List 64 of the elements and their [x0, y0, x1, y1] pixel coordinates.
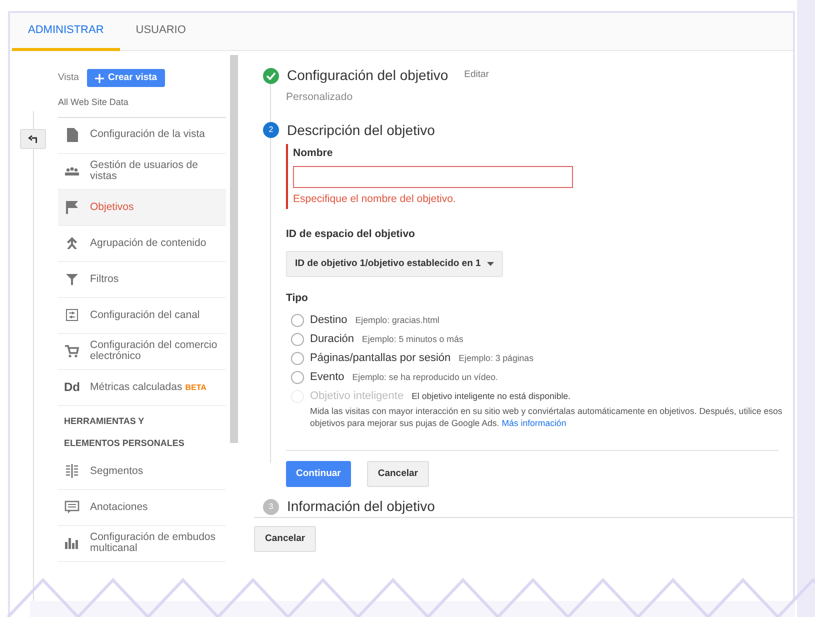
- cancel-button[interactable]: Cancelar: [366, 460, 429, 487]
- edit-link[interactable]: Editar: [464, 68, 489, 83]
- error-message: Especifique el nombre del objetivo.: [293, 192, 457, 206]
- channel-icon: [64, 307, 80, 324]
- nav-item[interactable]: Configuración de la vista: [58, 118, 226, 154]
- view-label: Vista: [58, 71, 79, 85]
- radio-button[interactable]: [291, 333, 304, 346]
- cancel-button[interactable]: Cancelar: [254, 526, 316, 552]
- option-label: Duración: [310, 332, 354, 348]
- goal-id-dropdown[interactable]: ID de objetivo 1/objetivo establecido en 1: [286, 251, 503, 278]
- option-example: Ejemplo: se ha reproducido un vídeo.: [352, 370, 498, 384]
- option-example: Ejemplo: gracias.html: [355, 314, 440, 327]
- comment-icon: [64, 499, 80, 516]
- step-subtitle: Personalizado: [285, 90, 354, 105]
- nav-item[interactable]: Segmentos: [58, 454, 226, 490]
- option-example: El objetivo inteligente no está disponible.: [412, 390, 571, 403]
- radio-button[interactable]: [291, 371, 304, 384]
- tab[interactable]: ADMINISTRAR: [12, 13, 120, 51]
- nav-item[interactable]: Dd Métricas calculadas BETA: [58, 370, 226, 406]
- option-label: Objetivo inteligente: [310, 389, 404, 404]
- nav-item[interactable]: Configuración de embudos multicanal: [58, 526, 226, 562]
- option-example: Ejemplo: 3 páginas: [458, 352, 534, 365]
- nav-item[interactable]: Configuración del canal: [58, 298, 226, 334]
- smart-goal-description: Mida las visitas con mayor interacción en su sitio web y conviértalas automáticamente en objetivos. Después, utilice esos objetivos para mejorar sus pujas de Google Ads. Más información: [309, 406, 784, 430]
- field-label: ID de espacio del objetivo: [286, 227, 416, 242]
- step-number: 3: [263, 498, 279, 514]
- back-arrow-icon: [28, 135, 38, 143]
- nav-item[interactable]: Objetivos: [58, 190, 226, 226]
- more-info-link[interactable]: Más información: [502, 418, 566, 428]
- section-heading: HERRAMIENTAS Y ELEMENTOS PERSONALES: [63, 414, 186, 450]
- radio-button[interactable]: [291, 314, 304, 327]
- name-field[interactable]: [293, 166, 573, 188]
- nav-item[interactable]: Agrupación de contenido: [58, 226, 226, 262]
- option-label: Evento: [310, 370, 344, 386]
- radio-button[interactable]: [291, 352, 304, 365]
- beta-label: BETA: [185, 382, 206, 392]
- metrics-icon: Dd: [64, 380, 80, 394]
- field-label: Nombre: [293, 146, 334, 161]
- option-label: Destino: [310, 313, 348, 328]
- nav-item[interactable]: Filtros: [58, 262, 226, 298]
- step-title: Descripción del objetivo: [287, 120, 435, 140]
- nav-item[interactable]: Anotaciones: [58, 490, 226, 526]
- segments-icon: [64, 463, 80, 480]
- create-view-button[interactable]: Crear vista: [86, 69, 166, 88]
- tab[interactable]: USUARIO: [120, 13, 202, 51]
- option-label: Páginas/pantallas por sesión: [310, 351, 451, 366]
- document-icon: [64, 127, 80, 144]
- plus-icon: [94, 74, 104, 83]
- back-button[interactable]: [20, 129, 46, 149]
- check-icon: [263, 68, 279, 84]
- step-title: Configuración del objetivo: [287, 66, 448, 85]
- view-name: All Web Site Data: [58, 96, 226, 118]
- field-label: Tipo: [286, 291, 309, 306]
- flag-icon: [64, 199, 80, 216]
- continue-button[interactable]: Continuar: [286, 460, 351, 487]
- merge-icon: [64, 235, 80, 252]
- caret-icon: [486, 262, 494, 266]
- nav-item[interactable]: Configuración del comercio electrónico: [58, 334, 226, 370]
- bar-chart-icon: [64, 535, 80, 552]
- option-example: Ejemplo: 5 minutos o más: [362, 332, 464, 346]
- step-title: Información del objetivo: [287, 497, 435, 516]
- step-number: 2: [263, 122, 279, 138]
- filter-icon: [64, 271, 80, 288]
- cart-icon: [64, 343, 80, 360]
